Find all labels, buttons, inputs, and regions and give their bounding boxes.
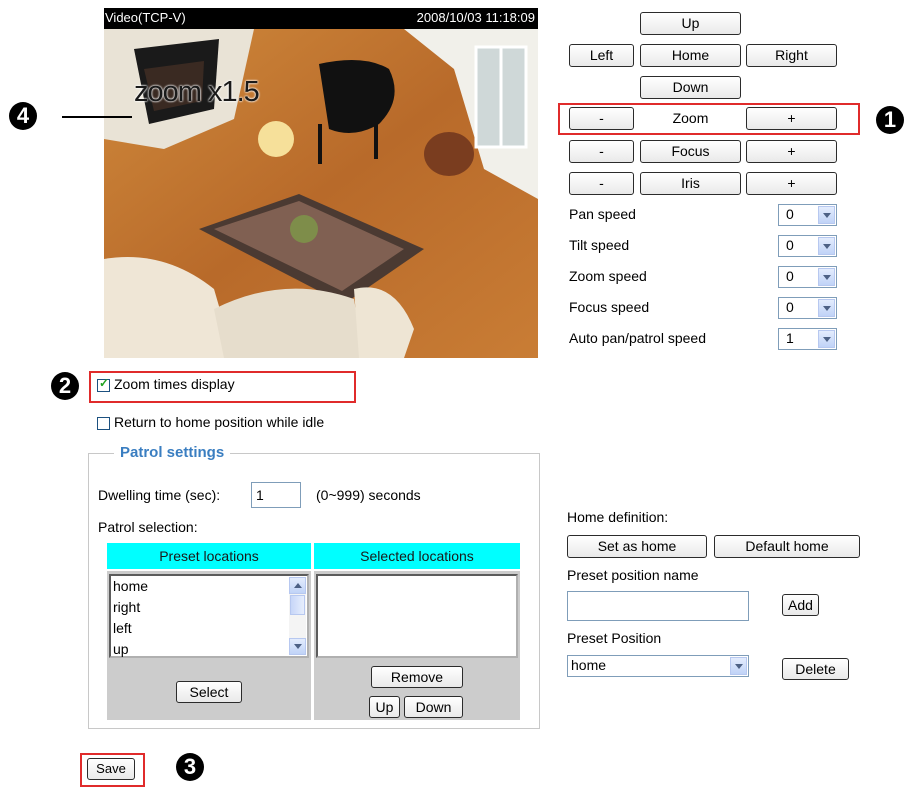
scroll-down-icon[interactable] [289, 638, 306, 655]
right-button[interactable]: Right [746, 44, 837, 67]
callout-1: 1 [876, 106, 904, 134]
zoom-speed-value: 0 [786, 268, 794, 284]
chevron-down-icon [818, 206, 835, 224]
chevron-down-icon [730, 657, 747, 675]
callout-4: 4 [9, 102, 37, 130]
select-button[interactable]: Select [176, 681, 242, 703]
zoom-times-label: Zoom times display [114, 376, 235, 392]
scrollbar[interactable] [289, 577, 306, 655]
callout-2: 2 [51, 372, 79, 400]
default-home-button[interactable]: Default home [714, 535, 860, 558]
pan-speed-label: Pan speed [569, 206, 636, 222]
preset-position-select[interactable]: home [567, 655, 749, 677]
chevron-down-icon [818, 268, 835, 286]
preset-position-label: Preset Position [567, 630, 662, 646]
selected-locations-list[interactable] [316, 574, 518, 658]
zoom-speed-select[interactable]: 0 [778, 266, 837, 288]
up-button[interactable]: Up [640, 12, 741, 35]
scroll-thumb[interactable] [290, 595, 305, 615]
remove-button[interactable]: Remove [371, 666, 463, 688]
chevron-down-icon [818, 299, 835, 317]
pan-speed-select[interactable]: 0 [778, 204, 837, 226]
list-item[interactable]: right [111, 597, 307, 618]
iris-close-button[interactable]: - [569, 172, 634, 195]
video-view: Video(TCP-V) 2008/10/03 11:18:09 zoom x1… [104, 8, 538, 358]
preset-name-label: Preset position name [567, 567, 699, 583]
dwelling-time-input[interactable] [251, 482, 301, 508]
focus-speed-value: 0 [786, 299, 794, 315]
focus-speed-label: Focus speed [569, 299, 650, 315]
auto-pan-speed-label: Auto pan/patrol speed [569, 330, 706, 346]
video-timestamp: 2008/10/03 11:18:09 [416, 10, 535, 25]
home-button[interactable]: Home [640, 44, 741, 67]
focus-auto-button[interactable]: Focus [640, 140, 741, 163]
focus-far-button[interactable]: + [746, 140, 837, 163]
preset-locations-header: Preset locations [107, 543, 311, 569]
list-item[interactable]: left [111, 618, 307, 639]
return-home-checkbox[interactable] [97, 417, 110, 430]
scroll-up-icon[interactable] [289, 577, 306, 594]
patrol-settings-legend: Patrol settings [114, 444, 231, 461]
zoom-speed-label: Zoom speed [569, 268, 647, 284]
list-item[interactable]: home [111, 576, 307, 597]
dwelling-time-hint: (0~999) seconds [316, 487, 421, 503]
callout-4-line [62, 116, 132, 118]
zoom-times-checkbox[interactable] [97, 376, 110, 392]
move-up-button[interactable]: Up [369, 696, 400, 718]
add-preset-button[interactable]: Add [782, 594, 819, 616]
chevron-down-icon [818, 330, 835, 348]
preset-position-value: home [571, 657, 607, 673]
callout-3: 3 [176, 753, 204, 781]
video-stream-label: Video(TCP-V) [105, 10, 186, 25]
preset-locations-list[interactable]: home right left up [109, 574, 309, 658]
pan-speed-value: 0 [786, 206, 794, 222]
iris-auto-button[interactable]: Iris [640, 172, 741, 195]
delete-preset-button[interactable]: Delete [782, 658, 849, 680]
down-button[interactable]: Down [640, 76, 741, 99]
preset-name-input[interactable] [567, 591, 749, 621]
dwelling-time-label: Dwelling time (sec): [98, 487, 221, 503]
tilt-speed-value: 0 [786, 237, 794, 253]
zoom-overlay-text: zoom x1.5 [134, 76, 260, 108]
selected-locations-header: Selected locations [314, 543, 520, 569]
list-item[interactable]: up [111, 639, 307, 660]
home-definition-label: Home definition: [567, 509, 669, 525]
set-as-home-button[interactable]: Set as home [567, 535, 707, 558]
tilt-speed-label: Tilt speed [569, 237, 630, 253]
iris-open-button[interactable]: + [746, 172, 837, 195]
video-titlebar: Video(TCP-V) 2008/10/03 11:18:09 [104, 8, 538, 29]
auto-pan-speed-value: 1 [786, 330, 794, 346]
zoom-highlight-box [558, 103, 860, 135]
return-home-label: Return to home position while idle [114, 414, 325, 430]
left-button[interactable]: Left [569, 44, 634, 67]
move-down-button[interactable]: Down [404, 696, 463, 718]
tilt-speed-select[interactable]: 0 [778, 235, 837, 257]
patrol-selection-label: Patrol selection: [98, 519, 198, 535]
focus-speed-select[interactable]: 0 [778, 297, 837, 319]
auto-pan-speed-select[interactable]: 1 [778, 328, 837, 350]
chevron-down-icon [818, 237, 835, 255]
save-button[interactable]: Save [87, 758, 135, 780]
focus-near-button[interactable]: - [569, 140, 634, 163]
